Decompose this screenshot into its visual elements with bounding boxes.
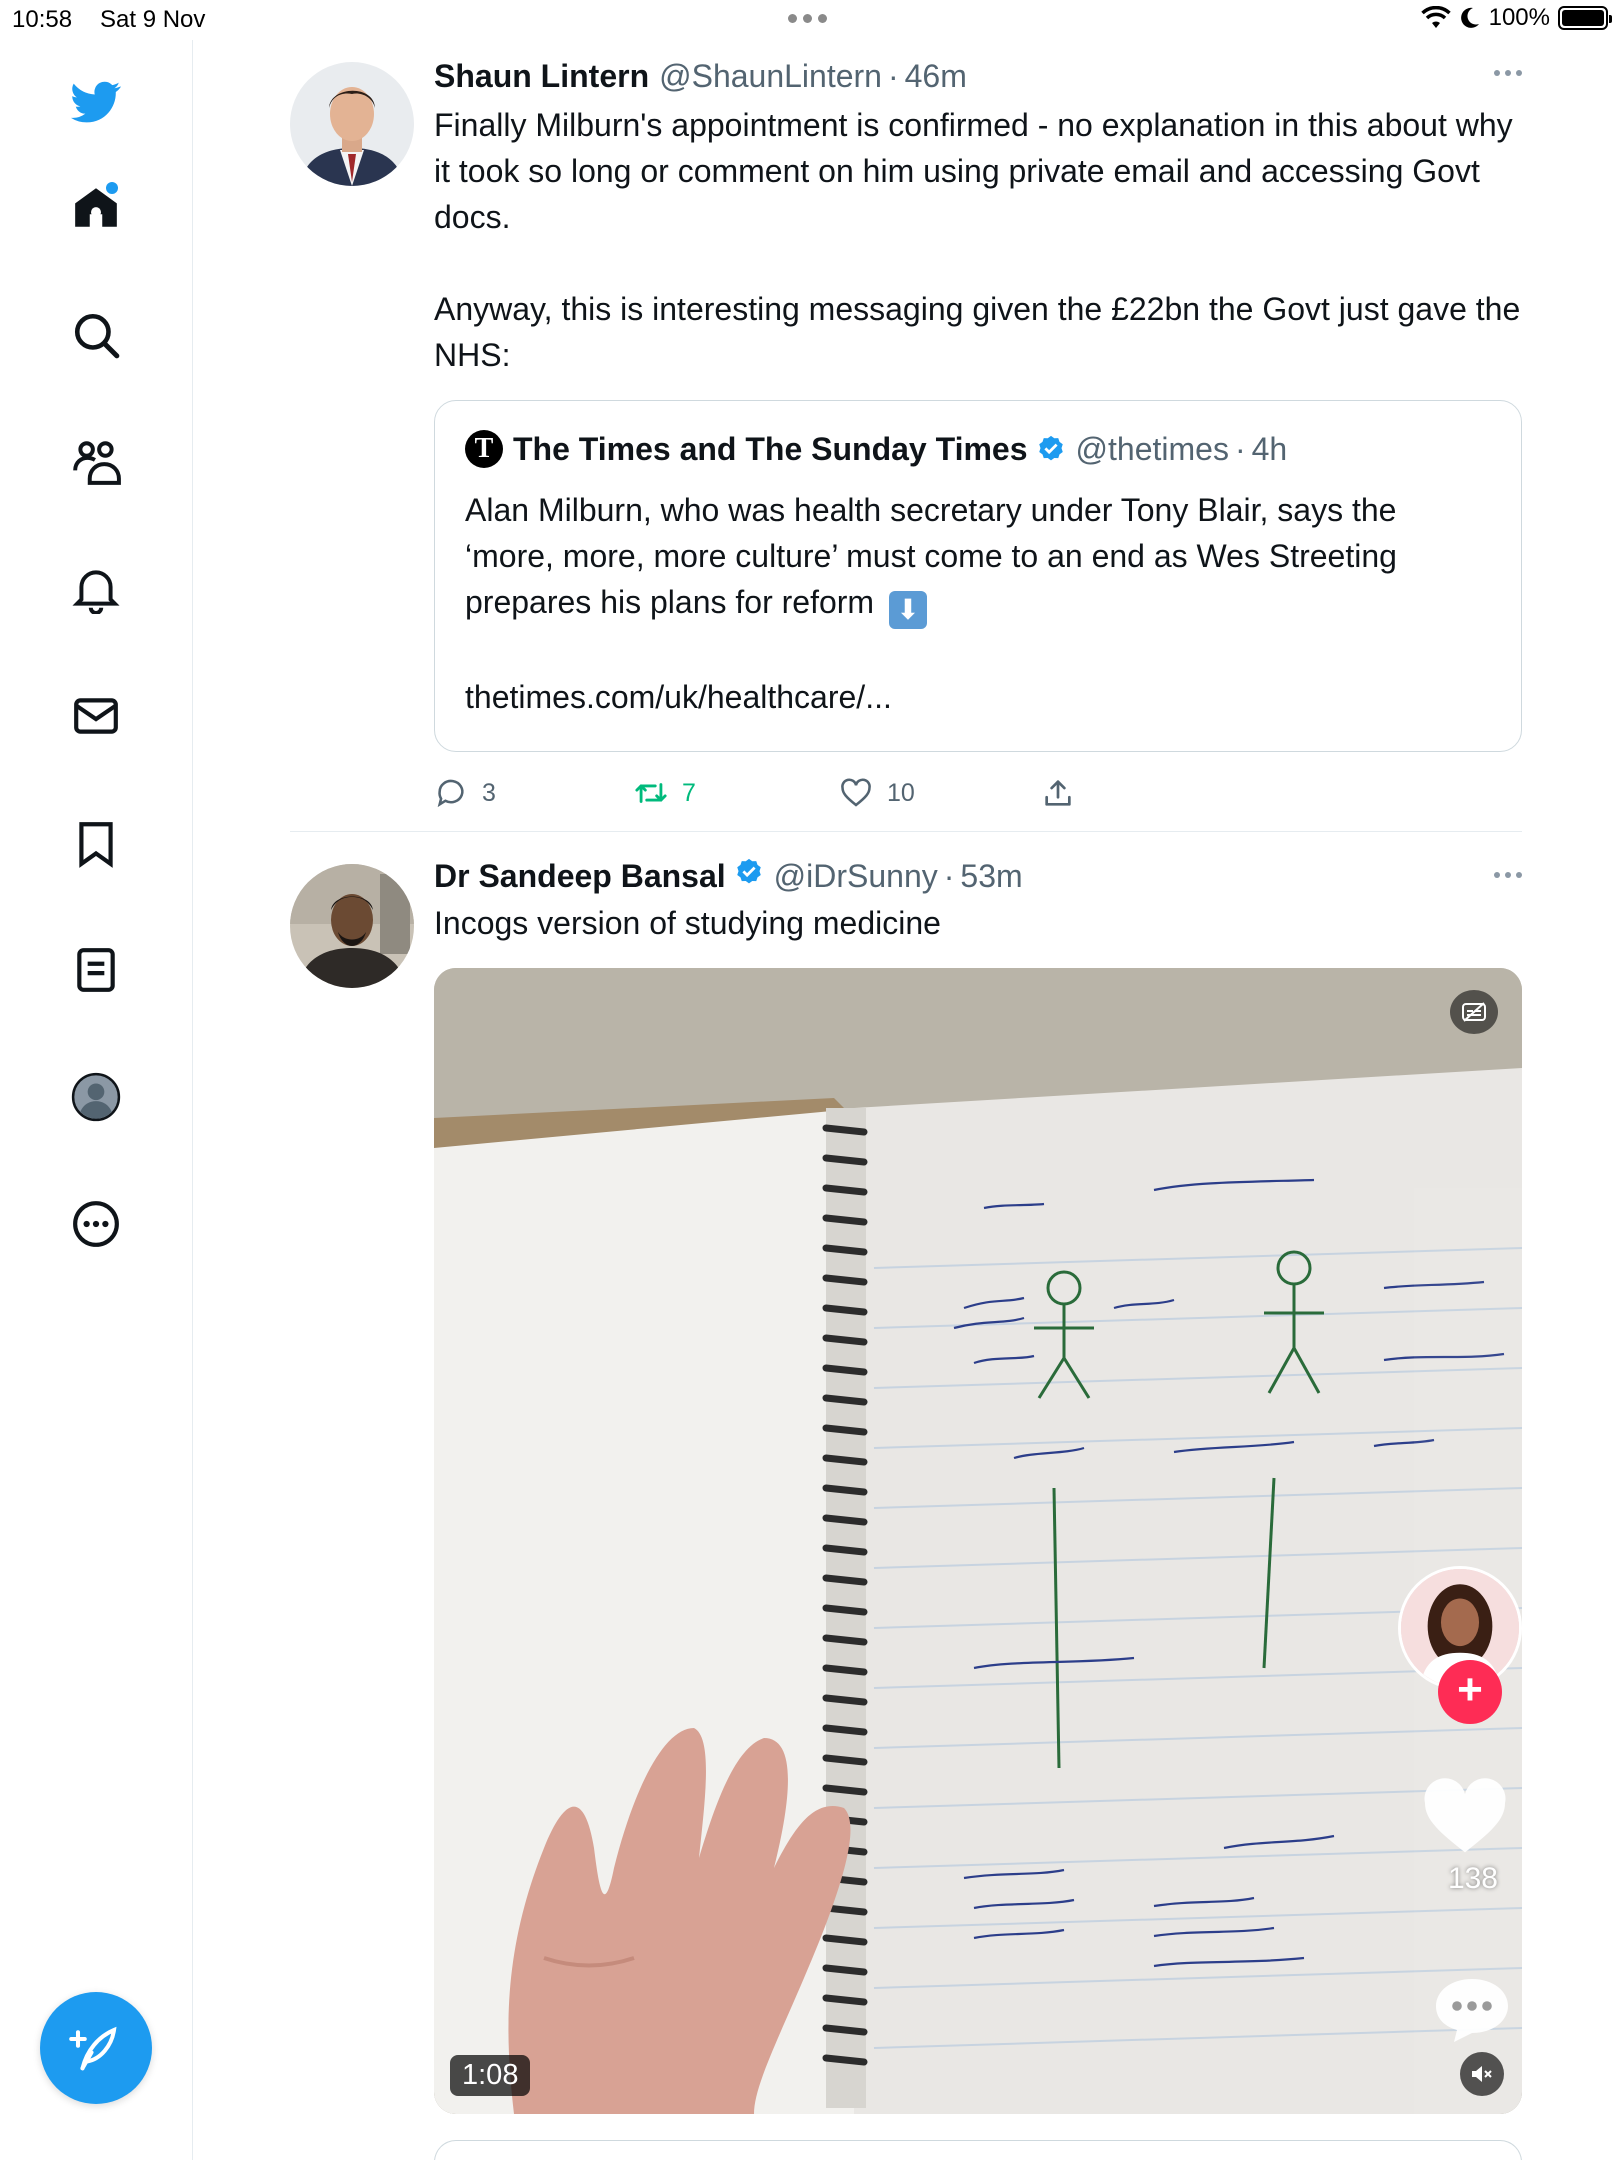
tweet-actions: 3 7 10 [434,772,1522,814]
bookmark-icon[interactable] [66,813,126,873]
down-arrow-emoji-icon: ⬇ [888,591,927,629]
times-logo-icon: T [465,430,503,468]
separator: · [1234,431,1246,467]
video-player[interactable]: + 138 1:08 [434,968,1522,2114]
twitter-bird-icon[interactable] [66,72,126,132]
compose-button[interactable] [40,1992,152,2104]
tweet-header: Dr Sandeep Bansal @iDrSunny · 53m [434,854,1522,898]
next-tweet-card [434,2140,1522,2160]
tweet-text: Finally Milburn's appointment is confirm… [434,107,1521,373]
captions-button[interactable] [1450,990,1498,1034]
speaker-muted-icon [1472,2066,1492,2082]
author-handle[interactable]: @ShaunLintern [659,54,882,98]
mute-button[interactable] [1460,2052,1504,2096]
status-date: Sat 9 Nov [100,6,206,33]
more-options-icon[interactable] [1494,70,1522,76]
reply-count: 3 [482,778,496,807]
retweet-button[interactable]: 7 [634,776,839,810]
more-circle-icon[interactable] [66,1194,126,1254]
author-name[interactable]: Dr Sandeep Bansal [434,854,726,898]
avatar[interactable] [290,864,414,988]
wifi-icon [1420,6,1451,28]
mail-icon[interactable] [66,686,126,746]
tiktok-comment-icon [1436,1979,1508,2042]
author-name[interactable]: Shaun Lintern [434,54,649,98]
bell-icon[interactable] [66,559,126,619]
share-icon [1045,780,1071,806]
tweet[interactable]: Shaun Lintern @ShaunLintern · 46m Finall… [290,40,1522,814]
quoted-tweet[interactable]: T The Times and The Sunday Times @thetim… [434,400,1522,752]
lists-icon[interactable] [66,940,126,1000]
heart-icon [841,778,871,807]
like-button[interactable]: 10 [839,776,1041,810]
profile-icon[interactable] [66,1067,126,1127]
tweet-time[interactable]: 46m [905,54,967,98]
video-frame [434,968,1522,2114]
quote-time: 4h [1251,431,1288,467]
quote-author-name: The Times and The Sunday Times [513,431,1028,467]
multitasking-dots-icon[interactable] [788,14,827,23]
tweet-body: Dr Sandeep Bansal @iDrSunny · 53m Incogs… [434,854,1522,2114]
reply-button[interactable]: 3 [434,776,634,810]
sidebar [0,40,193,2160]
tweet-header: Shaun Lintern @ShaunLintern · 46m [434,54,1522,98]
captions-icon [1462,1002,1486,1022]
retweet-icon [635,783,667,803]
search-icon[interactable] [66,305,126,365]
communities-icon[interactable] [66,432,126,492]
like-count: 10 [887,778,915,807]
tweet[interactable]: Dr Sandeep Bansal @iDrSunny · 53m Incogs… [290,846,1522,2114]
video-duration: 1:08 [450,2055,531,2096]
more-options-icon[interactable] [1494,872,1522,878]
timeline: Shaun Lintern @ShaunLintern · 46m Finall… [290,40,1522,2114]
tweet-time[interactable]: 53m [960,854,1022,898]
quote-header: T The Times and The Sunday Times @thetim… [465,427,1491,471]
tiktok-like-count: 138 [1447,1862,1498,1895]
home-icon[interactable] [66,178,126,238]
status-bar: 10:58 Sat 9 Nov 100% [0,0,1620,40]
battery-percent: 100% [1488,4,1550,31]
quote-text-body: Alan Milburn, who was health secretary u… [465,492,1397,620]
tweet-body: Shaun Lintern @ShaunLintern · 46m Finall… [434,54,1522,814]
verified-badge-icon [1038,435,1063,461]
quote-text: Alan Milburn, who was health secretary u… [465,487,1491,629]
compose-feather-icon [69,2026,117,2071]
avatar[interactable] [290,62,414,186]
tweet-divider [290,831,1522,832]
author-handle[interactable]: @iDrSunny [774,854,938,898]
reply-icon [437,779,464,808]
tiktok-heart-icon [1424,1778,1506,1853]
verified-badge-icon [736,858,761,884]
home-notification-dot [106,182,118,194]
tiktok-follow-plus-icon: + [1438,1660,1502,1724]
separator: · [943,858,955,894]
tweet-text: Incogs version of studying medicine [434,905,941,941]
status-time: 10:58 [12,6,73,33]
separator: · [887,58,899,94]
retweet-count: 7 [682,778,696,807]
battery-icon [1558,6,1612,30]
share-button[interactable] [1041,776,1075,810]
quote-author-handle: @thetimes [1075,431,1229,467]
status-right: 100% [1420,4,1612,32]
moon-icon [1460,7,1479,28]
quote-link[interactable]: thetimes.com/uk/healthcare/... [465,675,1491,719]
